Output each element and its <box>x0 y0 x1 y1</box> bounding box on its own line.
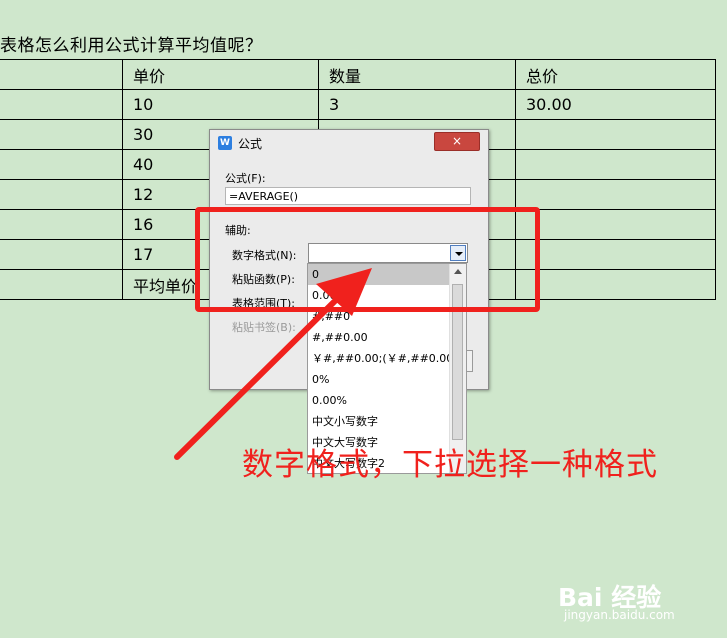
annotation-arrow <box>174 268 372 460</box>
baidu-watermark: Bai 经验 jingyan.baidu.com <box>558 572 698 632</box>
watermark-url: jingyan.baidu.com <box>564 608 675 622</box>
annotation-caption: 数字格式，下拉选择一种格式 <box>242 447 658 483</box>
